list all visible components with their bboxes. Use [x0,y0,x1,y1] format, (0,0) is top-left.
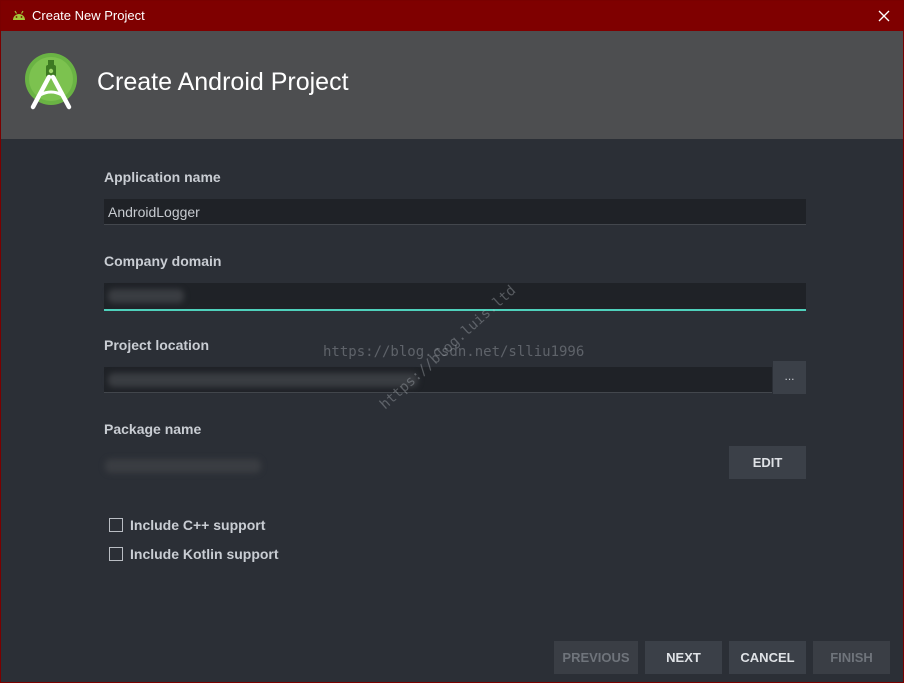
include-kotlin-label: Include Kotlin support [130,546,279,562]
redacted-value [108,289,184,303]
project-location-field[interactable] [104,367,772,393]
watermark-text: https://blog.csdn.net/slliu1996 [323,344,585,360]
window-title: Create New Project [32,8,145,23]
application-name-label: Application name [104,169,221,185]
company-domain-label: Company domain [104,253,222,269]
include-cpp-label: Include C++ support [130,517,266,533]
edit-button[interactable]: EDIT [729,446,806,479]
package-name-label: Package name [104,421,202,437]
wizard-header: Create Android Project [1,31,903,139]
close-icon[interactable] [873,5,895,27]
next-button[interactable]: NEXT [645,641,722,674]
android-icon [11,9,27,21]
cancel-button[interactable]: CANCEL [729,641,806,674]
checkbox-icon[interactable] [109,547,123,561]
browse-button[interactable]: ... [773,361,806,394]
create-new-project-window: Create New Project Create Android Projec… [0,0,904,683]
redacted-value [108,373,418,387]
android-studio-logo [23,51,79,111]
finish-button[interactable]: FINISH [813,641,890,674]
checkbox-icon[interactable] [109,518,123,532]
project-location-label: Project location [104,337,210,353]
redacted-package-name [105,459,261,473]
title-bar: Create New Project [1,1,903,31]
page-title: Create Android Project [97,68,349,96]
previous-button[interactable]: PREVIOUS [554,641,638,674]
application-name-field[interactable]: AndroidLogger [104,199,806,225]
company-domain-field[interactable] [104,283,806,311]
